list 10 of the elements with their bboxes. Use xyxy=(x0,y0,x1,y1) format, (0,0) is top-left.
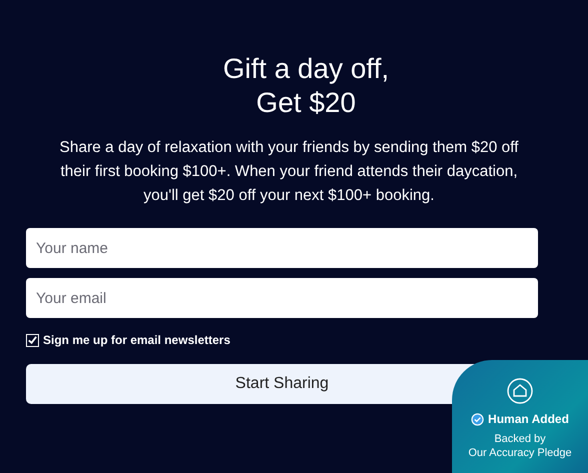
checkbox[interactable] xyxy=(26,334,39,346)
badge-subtitle: Backed by Our Accuracy Pledge xyxy=(468,432,572,460)
input-field[interactable]: Your email xyxy=(26,278,538,318)
input-field[interactable]: Your name xyxy=(26,228,538,268)
check-circle-icon xyxy=(471,412,484,426)
badge-title: Human Added xyxy=(488,412,569,426)
checkbox-label[interactable]: Sign me up for email newsletters xyxy=(43,333,230,347)
house-icon xyxy=(507,378,533,404)
heading: Gift a day off, Get $20 xyxy=(222,52,390,120)
description: Share a day of relaxation with your friends by sending them $20 off their first booking $100+. When your friend attends their daycation, you'll get $20 off your next $100+ booking. xyxy=(58,138,520,206)
